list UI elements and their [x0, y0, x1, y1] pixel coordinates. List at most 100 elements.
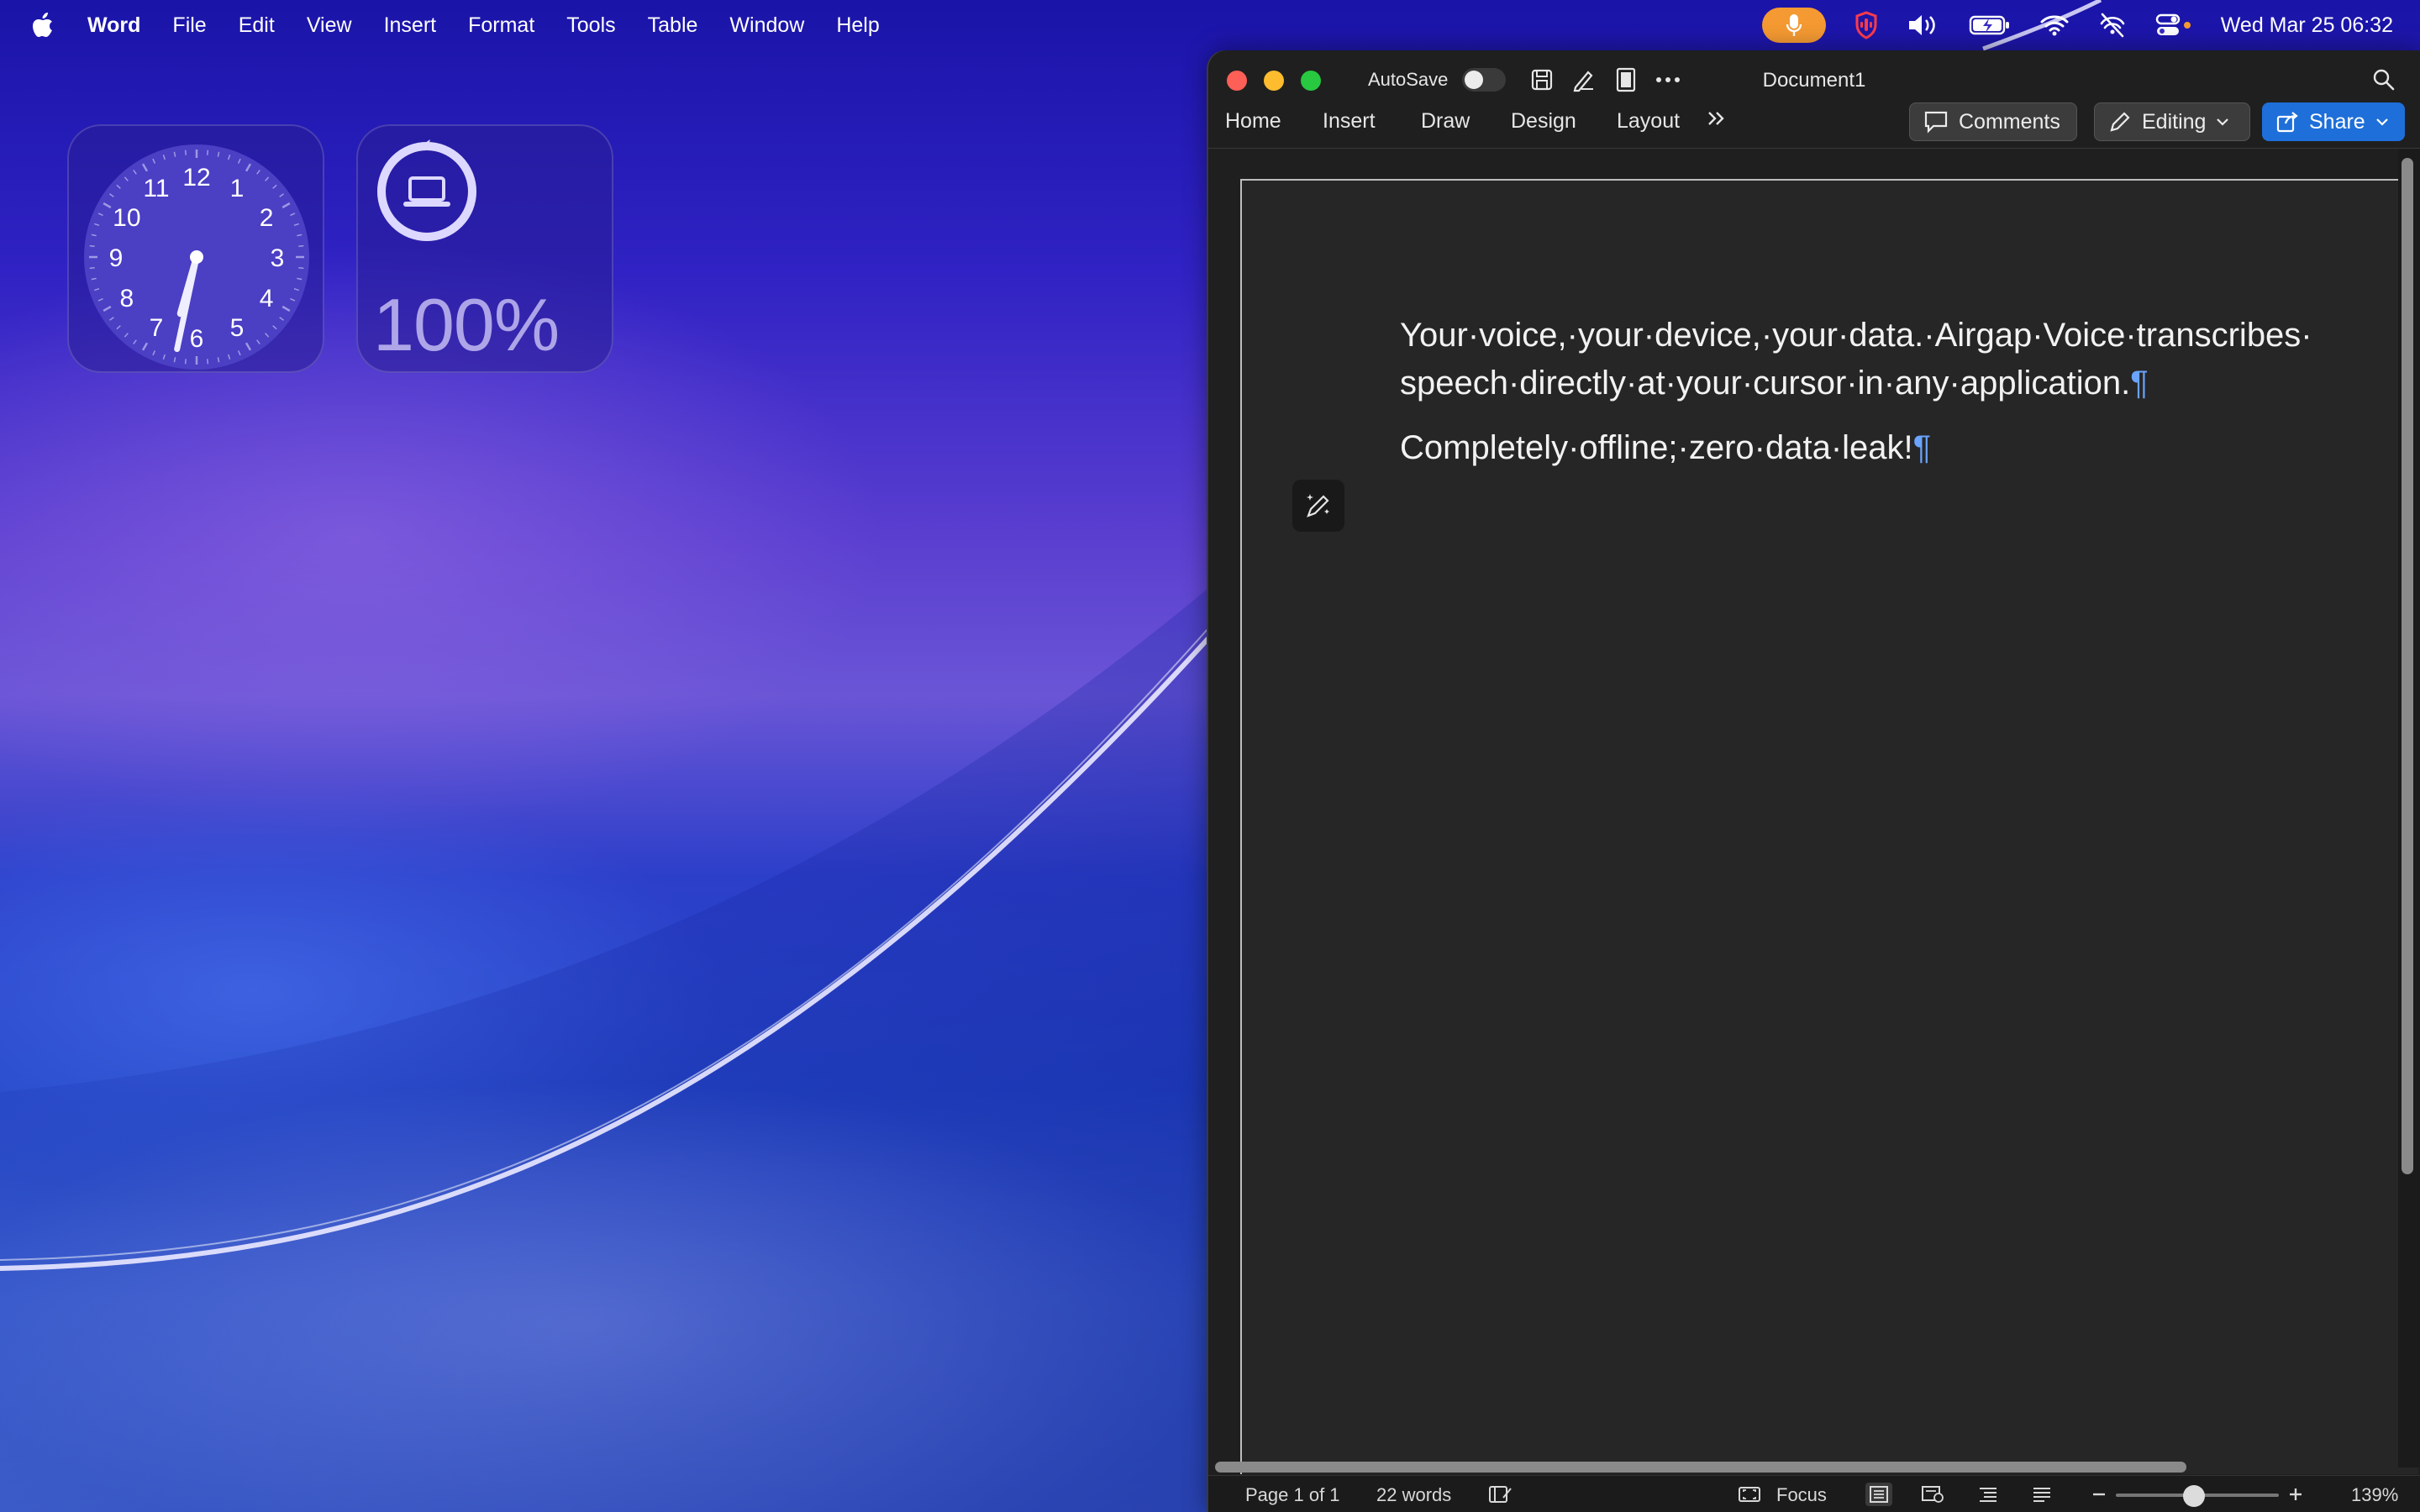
draw-pen-icon[interactable] — [1570, 66, 1598, 94]
clock-number: 4 — [260, 285, 274, 312]
web-layout-view-icon[interactable] — [1919, 1483, 1946, 1506]
search-icon[interactable] — [2370, 66, 2398, 94]
share-button[interactable]: Share — [2262, 102, 2405, 141]
pilcrow-mark: ¶ — [2130, 365, 2149, 402]
tab-layout[interactable]: Layout — [1617, 109, 1680, 134]
airdrop-off-icon[interactable] — [2098, 12, 2127, 39]
clock-tick — [89, 267, 95, 270]
outline-view-icon[interactable] — [1975, 1483, 2002, 1506]
volume-icon[interactable] — [1907, 13, 1940, 37]
proofing-icon[interactable] — [1487, 1483, 1514, 1506]
menu-table[interactable]: Table — [648, 13, 698, 38]
autosave-label: AutoSave — [1368, 69, 1449, 90]
close-window-button[interactable] — [1227, 71, 1247, 91]
menu-app-name[interactable]: Word — [87, 13, 140, 38]
pilcrow-mark: ¶ — [1912, 429, 1932, 466]
tab-home[interactable]: Home — [1225, 109, 1281, 134]
autosave-toggle[interactable] — [1462, 68, 1506, 92]
clock-tick — [89, 244, 95, 247]
vertical-scrollbar[interactable] — [2402, 158, 2413, 1174]
share-icon — [2276, 112, 2298, 133]
pencil-icon — [2110, 112, 2130, 132]
status-menu-area: Wed Mar 25 06:32 — [1761, 0, 2393, 50]
page-view-icon[interactable] — [1612, 66, 1640, 94]
comments-button[interactable]: Comments — [1909, 102, 2077, 141]
more-options-icon[interactable] — [1654, 66, 1682, 94]
tab-insert[interactable]: Insert — [1323, 109, 1376, 134]
paragraph-1[interactable]: Your·voice,·your·device,·your·data.·Airg… — [1400, 312, 2391, 407]
clock-number: 10 — [113, 204, 140, 232]
focus-label[interactable]: Focus — [1776, 1484, 1827, 1506]
clock-number: 7 — [150, 314, 164, 342]
menu-edit[interactable]: Edit — [239, 13, 275, 38]
chevron-down-icon — [2375, 118, 2388, 126]
horizontal-scrollbar[interactable] — [1215, 1462, 2186, 1473]
airgap-voice-icon[interactable] — [1854, 11, 1878, 39]
menu-help[interactable]: Help — [836, 13, 879, 38]
editing-label: Editing — [2142, 109, 2207, 134]
battery-ring — [377, 139, 476, 241]
draft-view-icon[interactable] — [2028, 1483, 2055, 1506]
zoom-out-icon[interactable] — [2086, 1483, 2112, 1506]
print-layout-view-icon[interactable] — [1865, 1483, 1892, 1506]
tab-design[interactable]: Design — [1511, 109, 1576, 134]
share-label: Share — [2309, 109, 2365, 134]
clock-number: 8 — [120, 285, 134, 312]
clock-number: 6 — [190, 325, 204, 353]
menubar-clock[interactable]: Wed Mar 25 06:32 — [2221, 13, 2393, 38]
page-count[interactable]: Page 1 of 1 — [1245, 1484, 1340, 1506]
clock-number: 5 — [230, 314, 245, 342]
clock-tick — [184, 150, 187, 155]
menu-format[interactable]: Format — [468, 13, 534, 38]
zoom-slider-thumb[interactable] — [2183, 1485, 2205, 1507]
clock-number: 1 — [230, 175, 245, 202]
menu-file[interactable]: File — [172, 13, 206, 38]
chevron-down-icon — [2217, 118, 2229, 126]
comment-icon — [1924, 111, 1948, 134]
focus-icon[interactable] — [1736, 1483, 1763, 1506]
word-window: AutoSave Document1 Home Insert Draw Desi… — [1208, 50, 2420, 1512]
more-tabs-chevron-icon[interactable] — [1706, 108, 1728, 135]
clock-number: 11 — [143, 175, 169, 202]
laptop-icon — [403, 176, 450, 207]
analog-clock-face: 12 12 3 45678 9 1011 — [84, 144, 309, 370]
word-count[interactable]: 22 words — [1376, 1484, 1451, 1506]
battery-widget[interactable]: 100% — [356, 124, 613, 373]
clock-tick — [184, 359, 187, 365]
battery-percentage: 100% — [373, 283, 560, 366]
microphone-icon[interactable] — [1761, 8, 1826, 43]
ai-rewrite-icon[interactable] — [1292, 480, 1344, 532]
clock-tick — [298, 244, 304, 247]
menu-bar: Word File Edit View Insert Format Tools … — [0, 0, 2420, 50]
paragraph-2-text: Completely·offline;·zero·data·leak! — [1400, 429, 1913, 466]
zoom-percentage[interactable]: 139% — [2351, 1484, 2398, 1506]
save-icon[interactable] — [1528, 66, 1556, 94]
wifi-icon[interactable] — [2039, 13, 2070, 37]
zoom-in-icon[interactable] — [2282, 1483, 2309, 1506]
tab-draw[interactable]: Draw — [1421, 109, 1470, 134]
apple-menu-icon[interactable] — [30, 11, 55, 39]
menu-insert[interactable]: Insert — [384, 13, 437, 38]
paragraph-1-line-1: Your·voice,·your·device,·your·data.·Airg… — [1400, 317, 2312, 354]
battery-charging-icon[interactable] — [1969, 14, 2011, 36]
document-title: Document1 — [1762, 69, 1866, 92]
status-bar: Page 1 of 1 22 words Focus 139% — [1208, 1475, 2420, 1512]
comments-label: Comments — [1959, 109, 2060, 134]
clock-tick — [298, 267, 304, 270]
paragraph-1-line-2: speech·directly·at·your·cursor·in·any·ap… — [1400, 365, 2131, 402]
title-bar: AutoSave Document1 — [1208, 50, 2420, 109]
document-page[interactable]: Your·voice,·your·device,·your·data.·Airg… — [1240, 179, 2418, 1474]
menu-window[interactable]: Window — [729, 13, 804, 38]
editing-mode-button[interactable]: Editing — [2094, 102, 2250, 141]
clock-widget[interactable]: 12 1 2 3 4 5 6 7 8 9 10 11 — [67, 124, 324, 373]
clock-number: 12 — [182, 164, 210, 192]
menu-view[interactable]: View — [307, 13, 352, 38]
control-center-icon[interactable] — [2155, 13, 2192, 37]
minimize-window-button[interactable] — [1264, 71, 1284, 91]
paragraph-2[interactable]: Completely·offline;·zero·data·leak!¶ — [1400, 424, 2391, 472]
zoom-window-button[interactable] — [1301, 71, 1321, 91]
document-canvas: Your·voice,·your·device,·your·data.·Airg… — [1208, 149, 2418, 1474]
clock-number: 9 — [109, 244, 124, 272]
menu-tools[interactable]: Tools — [566, 13, 615, 38]
clock-number: 3 — [271, 244, 285, 272]
